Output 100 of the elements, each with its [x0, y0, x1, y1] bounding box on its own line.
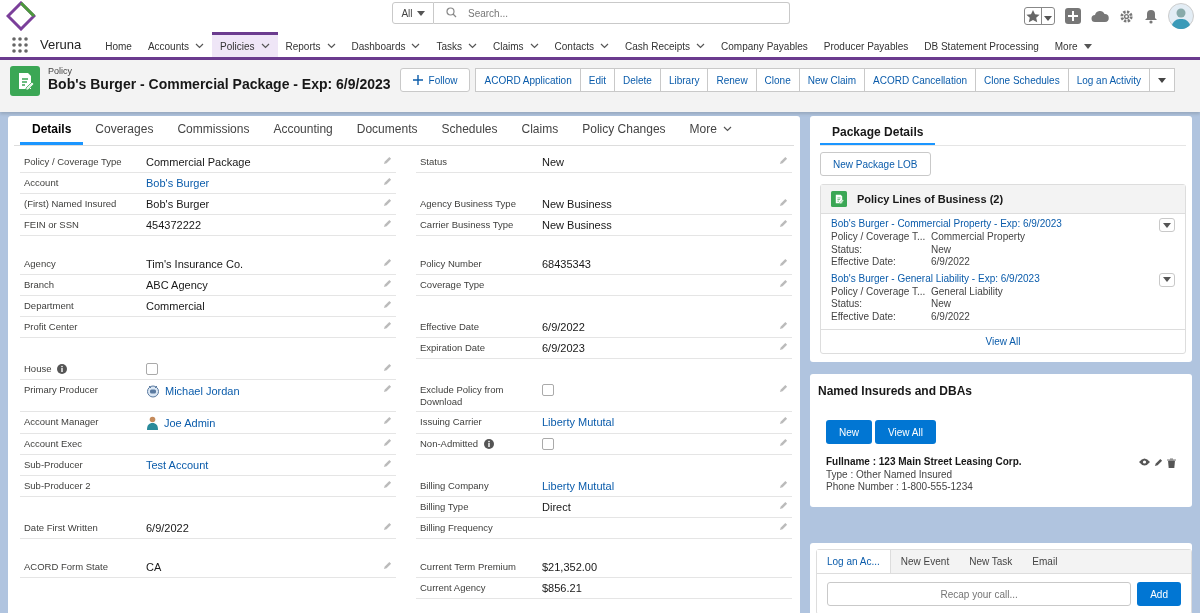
field-label: Coverage Type — [420, 279, 485, 291]
field-value: New — [542, 156, 565, 169]
field-value: Commercial Package — [146, 156, 252, 169]
field-link[interactable]: Liberty Mututal — [542, 416, 615, 429]
field-label: Carrier Business Type — [420, 219, 514, 231]
record-detail: Phone Number : 1-800-555-1234 — [826, 481, 974, 493]
package-details-tab[interactable]: Package Details — [820, 125, 936, 145]
field-value: Commercial Property — [931, 231, 1026, 244]
nav-tab[interactable]: Dashboards — [343, 32, 429, 57]
field-value: 6/9/2022 — [146, 522, 190, 535]
nav-tab[interactable]: Accounts — [139, 32, 213, 57]
nav-tab[interactable]: More — [1046, 32, 1100, 57]
action-button[interactable]: Library — [659, 68, 709, 92]
field-label: Effective Date — [420, 321, 479, 333]
action-button[interactable]: Clone — [755, 68, 800, 92]
record-detail: Type : Other Named Insured — [826, 469, 954, 481]
record-tab[interactable]: Coverages — [83, 116, 166, 145]
action-button[interactable]: ACORD Application — [475, 68, 581, 92]
nav-tab[interactable]: Reports — [277, 32, 344, 57]
nav-tab[interactable]: Claims — [485, 32, 547, 57]
field-label: Billing Frequency — [420, 522, 493, 534]
activity-tab[interactable]: Log an Ac... — [817, 550, 891, 573]
field-label: Current Agency — [420, 582, 486, 594]
field-value: Commercial — [146, 300, 206, 313]
new-package-lob-button[interactable]: New Package LOB — [820, 152, 931, 176]
action-button[interactable]: Clone Schedules — [975, 68, 1069, 92]
policy-line-link[interactable]: Bob's Burger - Commercial Property - Exp: 6/9/2023 — [831, 218, 1062, 229]
nav-tab[interactable]: Tasks — [428, 32, 485, 57]
brand-button[interactable]: New — [826, 420, 872, 444]
app-name: Veruna — [40, 36, 82, 54]
record-tab[interactable]: Policy Changes — [570, 116, 678, 145]
activity-tab[interactable]: New Task — [959, 550, 1023, 573]
field-link[interactable]: Liberty Mututal — [542, 480, 615, 493]
record-tab[interactable]: Accounting — [261, 116, 345, 145]
field-label: Status — [420, 156, 447, 168]
field-label: Status: — [831, 298, 864, 311]
field-value: ABC Agency — [146, 279, 209, 292]
nav-tab[interactable]: Cash Receipts — [617, 32, 714, 57]
action-button[interactable]: ACORD Cancellation — [864, 68, 977, 92]
field-label: Billing Company — [420, 480, 489, 492]
field-value: General Liability — [931, 285, 1004, 298]
search-field[interactable]: Search... — [434, 2, 790, 24]
record-tab[interactable]: Schedules — [429, 116, 510, 145]
action-button[interactable]: Edit — [579, 68, 615, 92]
field-label: FEIN or SSN — [24, 219, 79, 231]
nav-tab[interactable]: Policies — [212, 32, 278, 57]
follow-button[interactable]: Follow — [399, 68, 471, 92]
field-value: $856.21 — [542, 582, 583, 595]
field-value: 6/9/2022 — [931, 256, 971, 269]
activity-tab[interactable]: New Event — [890, 550, 960, 573]
view-all-link[interactable]: View All — [821, 329, 1185, 353]
recap-input-field[interactable]: Recap your call... — [827, 582, 1132, 606]
field-value: New Business — [542, 198, 613, 211]
action-button[interactable]: Renew — [707, 68, 757, 92]
nav-tab[interactable]: Home — [97, 32, 140, 57]
field-label: (First) Named Insured — [24, 198, 117, 210]
record-tab[interactable]: Documents — [344, 116, 430, 145]
nav-tab[interactable]: Contacts — [546, 32, 618, 57]
field-value: Tim's Insurance Co. — [146, 258, 245, 271]
action-button[interactable]: Log an Activity — [1067, 68, 1151, 92]
user-link[interactable]: Michael Jordan — [165, 384, 240, 398]
user-link[interactable]: Joe Admin — [164, 416, 216, 430]
record-heading: Fullname : 123 Main Street Leasing Corp. — [826, 456, 1022, 467]
field-label: Billing Type — [420, 501, 469, 513]
field-label: Non-Admitted — [420, 438, 479, 450]
field-label: House — [24, 363, 52, 375]
record-tab[interactable]: Details — [20, 116, 84, 145]
nav-tab[interactable]: Company Payables — [713, 32, 816, 57]
record-tab[interactable]: Claims — [509, 116, 571, 145]
field-label: Sub-Producer — [24, 459, 83, 471]
field-label: Issuing Carrier — [420, 416, 482, 428]
brand-button[interactable]: View All — [875, 420, 936, 444]
field-value: CA — [146, 561, 163, 574]
card-title: Named Insureds and DBAs — [818, 384, 974, 398]
field-label: ACORD Form State — [24, 561, 108, 573]
field-value: 454372222 — [146, 219, 203, 232]
field-label: Status: — [831, 243, 864, 256]
activity-tab[interactable]: Email — [1022, 550, 1083, 573]
field-label: Policy Number — [420, 258, 482, 270]
field-link[interactable]: Test Account — [146, 459, 209, 472]
nav-tab[interactable]: DB Statement Processing — [916, 32, 1047, 57]
record-tab[interactable]: Commissions — [165, 116, 262, 145]
action-button[interactable]: Delete — [614, 68, 661, 92]
field-label: Agency Business Type — [420, 198, 516, 210]
field-value: New — [931, 298, 952, 311]
field-label: Expiration Date — [420, 342, 485, 354]
field-value: Direct — [542, 501, 572, 514]
field-label: Account — [24, 177, 59, 189]
field-label: Policy / Coverage T... — [831, 285, 927, 298]
field-label: Date First Written — [24, 522, 98, 534]
field-label: Exclude Policy from Download — [420, 384, 505, 408]
policy-line-link[interactable]: Bob's Burger - General Liability - Exp: 6/9/2023 — [831, 272, 1040, 284]
field-link[interactable]: Bob's Burger — [146, 177, 210, 190]
add-button[interactable]: Add — [1137, 582, 1181, 606]
field-label: Policy / Coverage T... — [831, 231, 927, 244]
field-label: Agency — [24, 258, 56, 270]
field-label: Policy / Coverage Type — [24, 156, 122, 168]
nav-tab[interactable]: Producer Payables — [815, 32, 917, 57]
action-button[interactable]: New Claim — [798, 68, 866, 92]
record-tab[interactable]: More — [677, 116, 744, 145]
